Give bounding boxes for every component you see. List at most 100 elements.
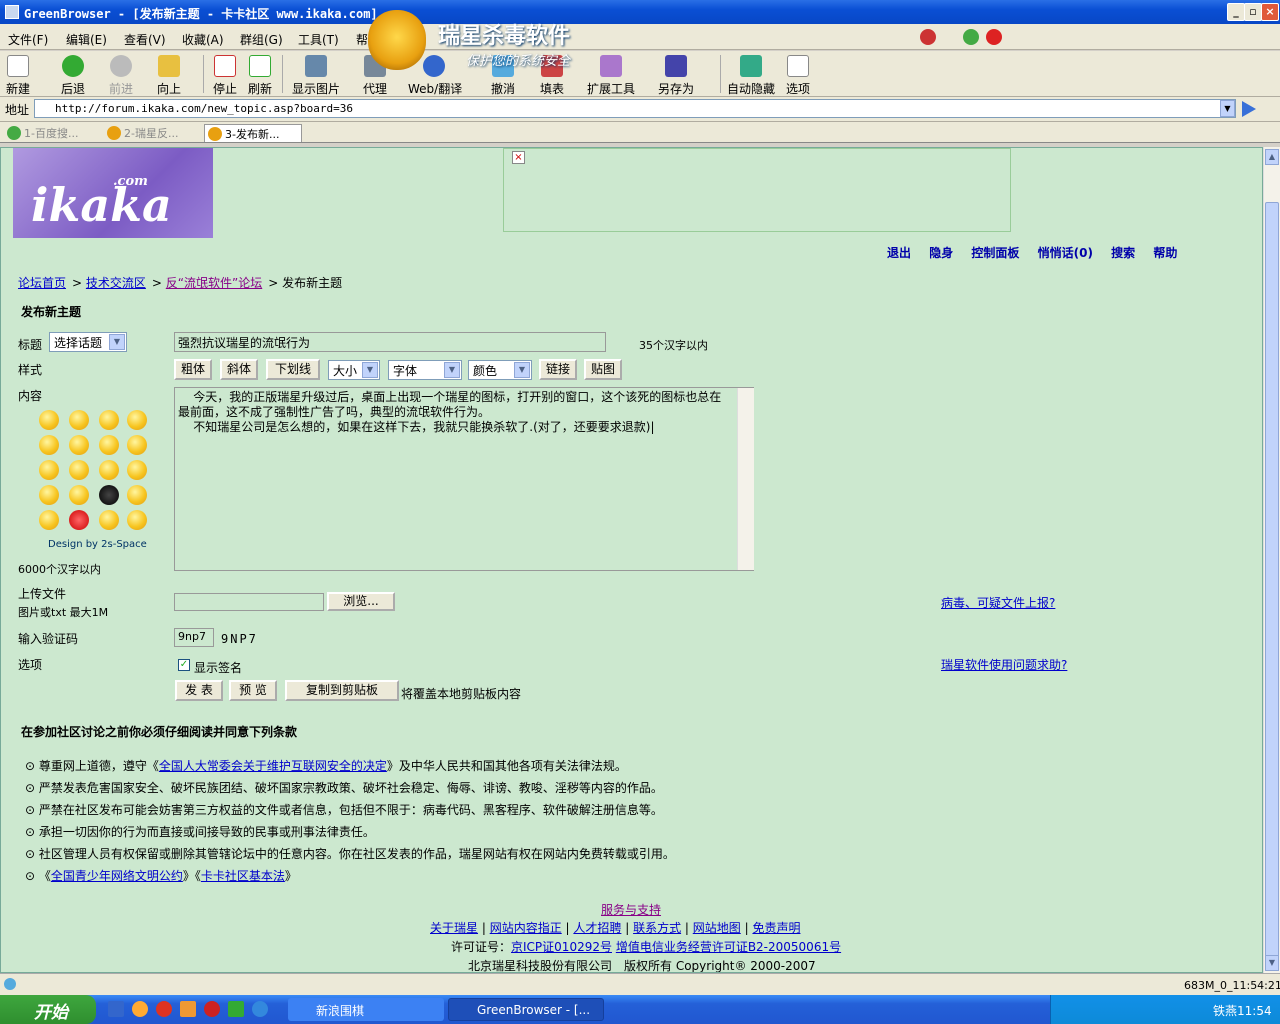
- show-images-button[interactable]: 显示图片: [290, 53, 342, 96]
- signature-checkbox[interactable]: ✓: [178, 659, 190, 671]
- footer-about[interactable]: 关于瑞星: [430, 921, 478, 935]
- emoticon[interactable]: [99, 460, 119, 480]
- preview-button[interactable]: 预 览: [229, 680, 277, 701]
- quicklaunch-icon[interactable]: [180, 1001, 196, 1017]
- browse-button[interactable]: 浏览...: [327, 592, 395, 611]
- menu-tools[interactable]: 工具(T): [298, 31, 339, 48]
- start-button[interactable]: 开始: [0, 995, 96, 1024]
- emoticon[interactable]: [39, 460, 59, 480]
- quicklaunch-icon[interactable]: [108, 1001, 124, 1017]
- captcha-input[interactable]: 9np7: [174, 628, 214, 647]
- nav-messages[interactable]: 悄悄话(0): [1038, 246, 1093, 260]
- close-button[interactable]: ×: [1261, 3, 1279, 21]
- image-button[interactable]: 贴图: [584, 359, 622, 380]
- youth-convention-link[interactable]: 全国青少年网络文明公约: [51, 869, 183, 883]
- menu-group[interactable]: 群组(G): [240, 31, 283, 48]
- emoticon[interactable]: [69, 510, 89, 530]
- icp2-link[interactable]: 增值电信业务经营许可证B2-20050061号: [616, 940, 841, 954]
- quicklaunch-icon[interactable]: [228, 1001, 244, 1017]
- emoticon[interactable]: [99, 435, 119, 455]
- terms-law-link[interactable]: 全国人大常委会关于维护互联网安全的决定: [159, 759, 387, 773]
- textarea-scrollbar[interactable]: [737, 388, 754, 570]
- emoticon[interactable]: [99, 410, 119, 430]
- emoticon[interactable]: [69, 410, 89, 430]
- nav-logout[interactable]: 退出: [887, 246, 911, 260]
- stop-button[interactable]: 停止: [210, 53, 240, 96]
- footer-disclaimer[interactable]: 免责声明: [752, 921, 800, 935]
- emoticon[interactable]: [69, 460, 89, 480]
- help-link[interactable]: 瑞星软件使用问题求助?: [941, 656, 1067, 673]
- underline-button[interactable]: 下划线: [266, 359, 320, 380]
- rising-banner[interactable]: 瑞星杀毒软件 保护您的系统安全: [366, 8, 626, 70]
- address-input[interactable]: http://forum.ikaka.com/new_topic.asp?boa…: [34, 99, 1236, 118]
- breadcrumb-board[interactable]: 反“流氓软件”论坛: [166, 276, 262, 290]
- footer-sitemap[interactable]: 网站地图: [693, 921, 741, 935]
- bold-button[interactable]: 粗体: [174, 359, 212, 380]
- nav-invisible[interactable]: 隐身: [929, 246, 953, 260]
- content-textarea[interactable]: 今天，我的正版瑞星升级过后，桌面上出现一个瑞星的图标，打开别的窗口，这个该死的图…: [174, 387, 754, 571]
- auto-hide-button[interactable]: 自动隐藏: [726, 53, 776, 96]
- emoticon[interactable]: [69, 435, 89, 455]
- restore-button[interactable]: ▫: [1244, 3, 1262, 21]
- options-button[interactable]: 选项: [784, 53, 812, 96]
- page-scrollbar[interactable]: ▲ ▼: [1263, 147, 1280, 973]
- link-button[interactable]: 链接: [539, 359, 577, 380]
- emoticon[interactable]: [99, 510, 119, 530]
- emoticon[interactable]: [127, 435, 147, 455]
- save-as-button[interactable]: 另存为: [656, 53, 696, 96]
- nav-help[interactable]: 帮助: [1153, 246, 1177, 260]
- title-input[interactable]: 强烈抗议瑞星的流氓行为: [174, 332, 606, 352]
- ikaka-logo[interactable]: ikaka .com: [13, 148, 213, 238]
- refresh-button[interactable]: 刷新: [245, 53, 275, 96]
- breadcrumb-home[interactable]: 论坛首页: [18, 276, 66, 290]
- nav-control-panel[interactable]: 控制面板: [971, 246, 1019, 260]
- menu-edit[interactable]: 编辑(E): [66, 31, 107, 48]
- back-button[interactable]: 后退: [58, 53, 88, 96]
- task-weiqi[interactable]: 新浪围棋: [288, 998, 444, 1021]
- menu-view[interactable]: 查看(V): [124, 31, 166, 48]
- emoticon[interactable]: [39, 435, 59, 455]
- emoticon[interactable]: [127, 485, 147, 505]
- scroll-down-icon[interactable]: ▼: [1265, 955, 1279, 971]
- footer-contact[interactable]: 联系方式: [633, 921, 681, 935]
- font-select[interactable]: 字体 ▼: [388, 360, 462, 380]
- emoticon[interactable]: [39, 485, 59, 505]
- emoticon[interactable]: [127, 510, 147, 530]
- menu-favorites[interactable]: 收藏(A): [182, 31, 224, 48]
- tab-1[interactable]: 1-百度搜...: [4, 124, 100, 142]
- menu-file[interactable]: 文件(F): [8, 31, 48, 48]
- topic-select[interactable]: 选择话题 ▼: [49, 332, 127, 352]
- footer-jobs[interactable]: 人才招聘: [573, 921, 621, 935]
- quicklaunch-icon[interactable]: [204, 1001, 220, 1017]
- submit-button[interactable]: 发 表: [175, 680, 223, 701]
- upload-input[interactable]: [174, 593, 324, 611]
- footer-correction[interactable]: 网站内容指正: [490, 921, 562, 935]
- service-link[interactable]: 服务与支持: [601, 901, 661, 918]
- minimize-button[interactable]: _: [1227, 3, 1245, 21]
- breadcrumb-tech[interactable]: 技术交流区: [86, 276, 146, 290]
- italic-button[interactable]: 斜体: [220, 359, 258, 380]
- go-arrow-icon[interactable]: [1242, 101, 1256, 117]
- ie-icon[interactable]: [252, 1001, 268, 1017]
- emoticon[interactable]: [127, 460, 147, 480]
- community-law-link[interactable]: 卡卡社区基本法: [201, 869, 285, 883]
- scroll-thumb[interactable]: [1265, 202, 1279, 962]
- nav-search[interactable]: 搜索: [1111, 246, 1135, 260]
- quicklaunch-icon[interactable]: [156, 1001, 172, 1017]
- green-icon[interactable]: [963, 29, 979, 45]
- copy-button[interactable]: 复制到剪贴板: [285, 680, 399, 701]
- color-select[interactable]: 颜色 ▼: [468, 360, 532, 380]
- task-greenbrowser[interactable]: GreenBrowser - [...: [448, 998, 604, 1021]
- emoticon[interactable]: [69, 485, 89, 505]
- new-button[interactable]: 新建: [4, 53, 32, 96]
- forward-button[interactable]: 前进: [106, 53, 136, 96]
- emoticon[interactable]: [39, 510, 59, 530]
- emoticon[interactable]: [39, 410, 59, 430]
- address-dropdown[interactable]: ▼: [1220, 100, 1235, 117]
- up-button[interactable]: 向上: [154, 53, 184, 96]
- size-select[interactable]: 大小 ▼: [328, 360, 380, 380]
- emoticon[interactable]: [99, 485, 119, 505]
- privacy-icon[interactable]: [920, 29, 936, 45]
- quicklaunch-icon[interactable]: [132, 1001, 148, 1017]
- tab-3[interactable]: 3-发布新...: [204, 124, 302, 142]
